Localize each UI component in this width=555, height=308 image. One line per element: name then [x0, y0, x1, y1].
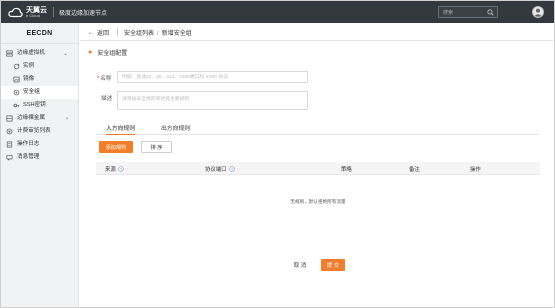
key-icon [13, 103, 20, 108]
top-bar: 天翼云 e Cloud 极度边缘加速节点 [1, 1, 554, 23]
refresh-icon [13, 63, 20, 70]
breadcrumb: 安全组列表 / 新增安全组 [124, 28, 192, 37]
tab-inbound-rules[interactable]: 入方向规则 [106, 123, 135, 135]
sidebar: EECDN 边缘虚拟机 ⌄ 实例 镜像 安全组 SSH密钥 边缘裸金属 › 计费… [1, 23, 79, 307]
column-header-actions: 操作 [470, 167, 481, 173]
breadcrumb-divider [117, 28, 118, 36]
sidebar-item-edge-vm[interactable]: 边缘虚拟机 ⌄ [1, 47, 78, 60]
rules-table-header: 来源 ? 协议端口 ? 策略 备注 操作 [96, 162, 540, 175]
empty-state-text: 无规则，默认拒绝所有流量 [290, 199, 346, 204]
sidebar-item-label: 镜像 [23, 76, 35, 82]
arrow-left-icon: ← [88, 29, 94, 36]
cloud-logo-icon [8, 7, 23, 17]
description-input[interactable] [117, 91, 308, 110]
sidebar-item-label: 计费审览列表 [17, 128, 51, 134]
required-mark: * [97, 76, 100, 82]
section-title: ● 安全组配置 [88, 48, 127, 57]
description-label: 描述 [101, 96, 113, 102]
svg-text:?: ? [231, 167, 233, 171]
back-button[interactable]: ← 返回 [88, 28, 110, 38]
billing-icon [6, 128, 13, 135]
add-rule-button[interactable]: 添加规则 [99, 141, 133, 153]
search-input[interactable] [443, 8, 487, 17]
svg-text:?: ? [120, 167, 122, 171]
search-icon[interactable] [487, 9, 494, 16]
image-icon [13, 76, 20, 83]
shield-icon [13, 89, 20, 96]
column-header-remark: 备注 [409, 167, 420, 173]
section-title-text: 安全组配置 [97, 51, 128, 57]
section-marker-icon: ● [88, 49, 93, 56]
main-content: ● 安全组配置 *名称 描述 入方向规则 出方向规则 添加规则 排 序 来源 ?… [80, 41, 554, 307]
topbar-divider [53, 7, 54, 17]
name-label: *名称 [97, 74, 111, 82]
help-icon[interactable]: ? [118, 166, 124, 172]
logo[interactable]: 天翼云 e Cloud [8, 4, 47, 20]
sidebar-brand: EECDN [1, 23, 78, 44]
logo-subtext: e Cloud [26, 12, 40, 18]
breadcrumb-separator: / [157, 31, 159, 37]
sidebar-item-images[interactable]: 镜像 [1, 73, 78, 86]
breadcrumb-current: 新增安全组 [161, 31, 192, 37]
server-icon [6, 50, 13, 57]
sidebar-item-label: 消息管理 [17, 154, 40, 160]
user-icon [534, 8, 542, 17]
column-header-source: 来源 ? [105, 165, 124, 173]
tab-outbound-rules[interactable]: 出方向规则 [161, 123, 190, 135]
metal-server-icon [6, 115, 13, 122]
help-icon[interactable]: ? [228, 166, 235, 172]
column-label: 来源 [105, 167, 116, 173]
user-avatar[interactable] [532, 6, 544, 18]
column-header-protocol-port: 协议端口 ? [205, 165, 235, 173]
rule-tabs: 入方向规则 出方向规则 [96, 121, 539, 135]
breadcrumb-parent-link[interactable]: 安全组列表 [124, 31, 154, 37]
sidebar-item-messages[interactable]: 消息管理 [1, 151, 78, 164]
cancel-button[interactable]: 取 消 [289, 259, 311, 271]
message-icon [6, 154, 13, 161]
breadcrumb-bar: ← 返回 安全组列表 / 新增安全组 [80, 23, 554, 41]
sidebar-item-security-group[interactable]: 安全组 [1, 86, 78, 99]
log-icon [6, 141, 13, 148]
sort-button[interactable]: 排 序 [141, 141, 172, 153]
name-label-text: 名称 [100, 76, 112, 82]
sidebar-item-label: 边缘裸金属 [17, 115, 45, 121]
sidebar-item-label: 操作日志 [17, 141, 40, 147]
sidebar-item-ssh-keys[interactable]: SSH密钥 [1, 99, 78, 112]
sidebar-item-label: 实例 [23, 63, 35, 69]
app-title: 极度边缘加速节点 [59, 11, 108, 17]
app-frame: 天翼云 e Cloud 极度边缘加速节点 EECDN 边缘虚拟机 ⌄ [0, 0, 555, 308]
sidebar-item-instances[interactable]: 实例 [1, 60, 78, 73]
sidebar-item-label: SSH密钥 [23, 102, 46, 108]
sidebar-item-bare-metal[interactable]: 边缘裸金属 › [1, 112, 78, 125]
column-header-policy: 策略 [341, 167, 352, 173]
sidebar-item-operation-log[interactable]: 操作日志 [1, 138, 78, 151]
sidebar-item-label: 边缘虚拟机 [17, 50, 45, 56]
submit-button[interactable]: 提 交 [321, 259, 345, 271]
back-label: 返回 [97, 31, 110, 37]
sidebar-item-label: 安全组 [23, 89, 40, 95]
name-input[interactable] [117, 71, 308, 83]
sidebar-item-billing[interactable]: 计费审览列表 [1, 125, 78, 138]
search-box[interactable] [438, 6, 498, 18]
column-label: 协议端口 [205, 167, 227, 173]
